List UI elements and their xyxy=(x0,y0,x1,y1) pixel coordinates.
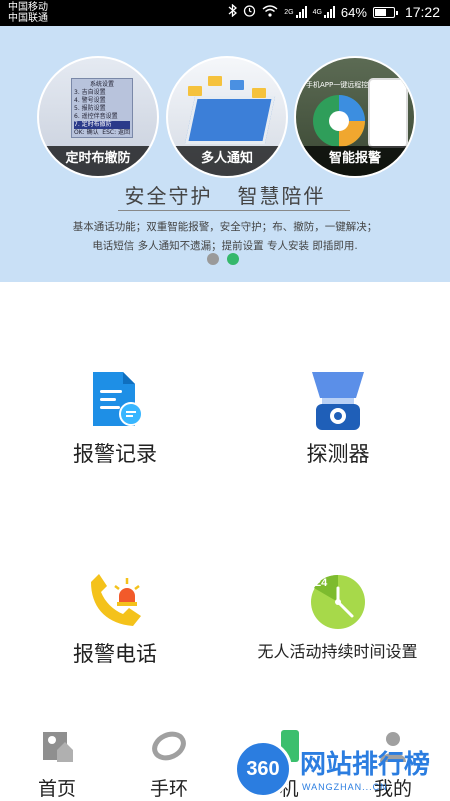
tagline-divider xyxy=(118,210,350,211)
envelope-icon xyxy=(188,86,202,96)
watermark-badge: 360 xyxy=(234,740,292,798)
phone-illustration xyxy=(368,78,408,148)
tab-band-label: 手环 xyxy=(149,778,188,800)
signal-icon-1 xyxy=(295,6,307,18)
carousel-dot[interactable] xyxy=(207,253,219,265)
network-4g: 4G xyxy=(312,8,322,16)
site-watermark: 360 网站排行榜 WANGZHAN...CN xyxy=(234,736,450,800)
slide-caption: 智能报警 xyxy=(296,146,414,176)
phone-alarm-icon xyxy=(83,568,147,632)
screen-line-selected: 7. 定时布撤防 xyxy=(74,121,130,129)
screen-line: 4. 警号设置 xyxy=(74,97,106,104)
tab-home[interactable]: 首页 xyxy=(12,722,102,801)
screen-line: 6. 遥控伴音设置 xyxy=(74,113,118,120)
detector-button[interactable]: 探测器 xyxy=(263,368,413,468)
tab-home-label: 首页 xyxy=(37,778,76,800)
carousel-dot-active[interactable] xyxy=(227,253,239,265)
battery-icon xyxy=(372,6,398,18)
envelope-icon xyxy=(208,76,222,86)
inactivity-duration-label: 无人活动持续时间设置 xyxy=(257,642,418,661)
alarm-clock-icon xyxy=(243,4,256,20)
carrier-info: 中国移动 中国联通 xyxy=(8,2,48,24)
screen-line: 5. 报防设置 xyxy=(74,105,106,112)
envelope-icon xyxy=(252,88,266,98)
status-icons: 2G 4G 64% 17:22 xyxy=(228,3,440,20)
detector-icon xyxy=(306,368,370,432)
banner-slide-smart-alarm[interactable]: 手机APP一键远程控制 智能报警 xyxy=(294,56,416,178)
document-icon xyxy=(83,368,147,432)
description-line: 基本通话功能；双重智能报警，安全守护；布、撤防，一键解决； xyxy=(72,221,378,233)
clock-number: 24 xyxy=(315,577,328,589)
device-screen: 系统设置 3. 吉自设置 4. 警号设置 5. 报防设置 6. 遥控伴音设置 7… xyxy=(71,78,133,138)
tablet-illustration xyxy=(184,96,276,144)
carrier-1: 中国移动 xyxy=(8,2,48,13)
feature-banner[interactable]: 系统设置 3. 吉自设置 4. 警号设置 5. 报防设置 6. 遥控伴音设置 7… xyxy=(0,26,450,282)
alarm-records-button[interactable]: 报警记录 xyxy=(40,368,190,468)
clock-time: 17:22 xyxy=(404,4,440,20)
network-2g: 2G xyxy=(284,8,294,16)
carrier-2: 中国联通 xyxy=(8,13,48,24)
tab-band[interactable]: 手环 xyxy=(124,722,214,801)
bluetooth-icon xyxy=(228,3,238,20)
banner-slide-timed-arm[interactable]: 系统设置 3. 吉自设置 4. 警号设置 5. 报防设置 6. 遥控伴音设置 7… xyxy=(37,56,159,178)
screen-footer: ESC: 返回 xyxy=(102,129,130,136)
detector-label: 探测器 xyxy=(306,442,370,466)
home-icon xyxy=(39,728,75,764)
alarm-phone-label: 报警电话 xyxy=(73,642,157,666)
slide-caption: 定时布撤防 xyxy=(39,146,157,176)
signal-icon-2 xyxy=(323,6,335,18)
screen-line: 系统设置 xyxy=(89,81,114,88)
status-bar: 中国移动 中国联通 2G 4G 64% 17:22 xyxy=(0,0,450,26)
carousel-indicator xyxy=(207,253,239,265)
banner-tagline: 安全守护 智慧陪伴 xyxy=(124,184,326,208)
watermark-title: 网站排行榜 xyxy=(300,750,431,780)
wristband-icon xyxy=(151,728,187,764)
app-title: 手机APP一键远程控制 xyxy=(306,81,376,89)
envelope-icon xyxy=(230,80,244,90)
watermark-subtitle: WANGZHAN...CN xyxy=(302,782,388,792)
banner-slide-multi-notify[interactable]: 多人通知 xyxy=(166,56,288,178)
screen-footer: OK: 确认 xyxy=(74,129,99,136)
screen-line: 3. 吉自设置 xyxy=(74,89,106,96)
banner-description: 基本通话功能；双重智能报警，安全守护；布、撤防，一键解决； 电话短信 多人通知不… xyxy=(0,218,450,256)
battery-percent: 64% xyxy=(340,4,367,20)
clock-24-icon: 24 xyxy=(306,568,370,632)
inactivity-duration-button[interactable]: 24 无人活动持续时间设置 xyxy=(230,568,445,662)
alarm-phone-button[interactable]: 报警电话 xyxy=(40,568,190,668)
app-wheel-illustration xyxy=(313,95,365,147)
wifi-icon xyxy=(262,4,278,20)
alarm-records-label: 报警记录 xyxy=(73,442,157,466)
slide-caption: 多人通知 xyxy=(168,146,286,176)
battery-fill xyxy=(374,8,387,16)
